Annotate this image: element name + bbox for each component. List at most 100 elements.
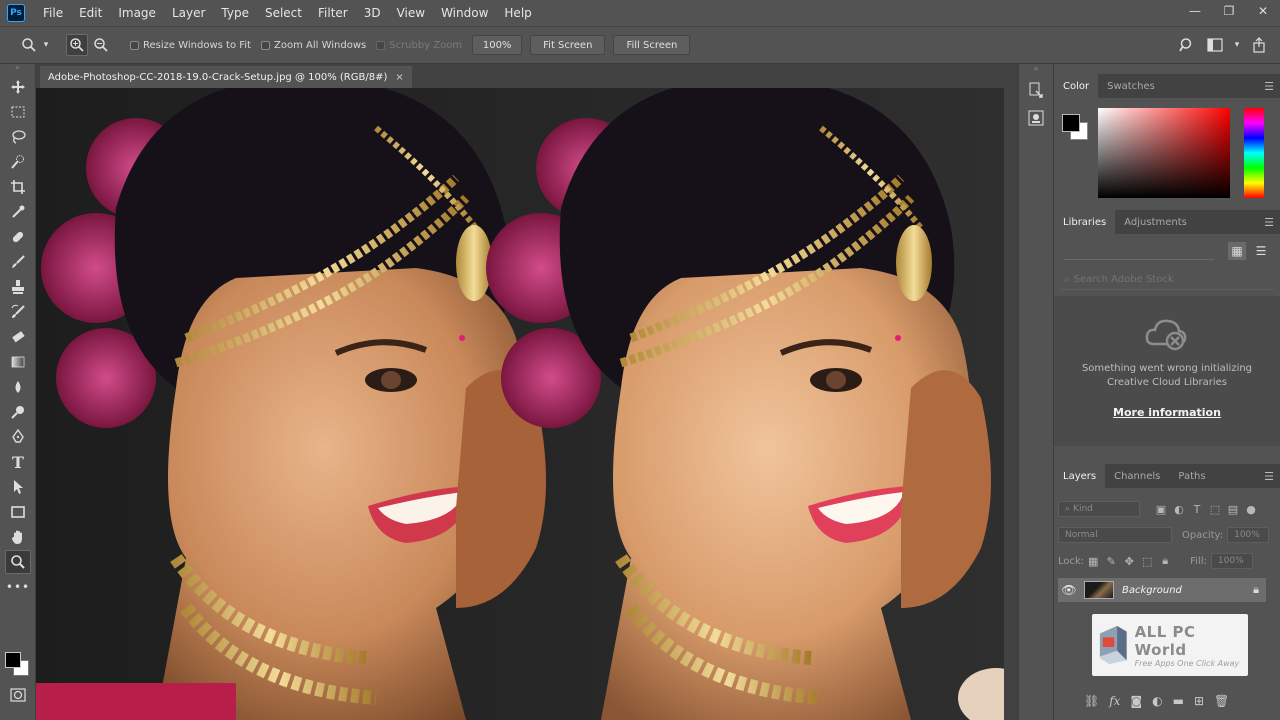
fill-screen-button[interactable]: Fill Screen [613,35,691,55]
fit-screen-button[interactable]: Fit Screen [530,35,606,55]
lock-all-icon[interactable]: 🔒︎ [1156,554,1174,568]
lock-image-icon[interactable]: ✎ [1102,555,1120,568]
lock-artboard-icon[interactable]: ⬚ [1138,555,1156,568]
menu-type[interactable]: Type [213,0,257,26]
tab-color[interactable]: Color [1054,74,1099,98]
color-picker-field[interactable] [1098,108,1230,198]
type-tool-icon[interactable]: T [5,450,31,474]
color-foreground-swatch[interactable] [1062,114,1080,132]
zoom-tool-icon[interactable] [5,550,31,574]
adjustment-filter-icon[interactable]: ◐ [1170,503,1188,516]
zoom-tool-preset-icon[interactable] [18,34,40,56]
eraser-tool-icon[interactable] [5,325,31,349]
pen-tool-icon[interactable] [5,425,31,449]
lock-position-icon[interactable]: ✥ [1120,555,1138,568]
layer-row-background[interactable]: 👁︎ Background 🔒︎ [1058,578,1266,602]
quick-selection-tool-icon[interactable] [5,150,31,174]
close-button[interactable]: ✕ [1246,0,1280,22]
hue-slider[interactable] [1244,108,1264,198]
lasso-tool-icon[interactable] [5,125,31,149]
share-icon[interactable] [1248,34,1270,56]
more-tools-icon[interactable]: ••• [5,575,31,599]
layer-mask-icon[interactable]: ◙ [1130,694,1142,708]
shape-filter-icon[interactable]: ⬚ [1206,503,1224,516]
history-panel-icon[interactable] [1024,79,1048,101]
zoom-in-icon[interactable] [66,34,88,56]
brush-tool-icon[interactable] [5,250,31,274]
vertical-scrollbar[interactable] [1004,88,1018,720]
document-canvas[interactable] [36,88,1018,720]
marquee-tool-icon[interactable] [5,100,31,124]
fill-field[interactable]: 100% [1210,553,1253,569]
document-tab[interactable]: Adobe-Photoshop-CC-2018-19.0-Crack-Setup… [40,66,412,88]
tab-libraries[interactable]: Libraries [1054,210,1116,234]
scrubby-zoom-checkbox[interactable]: Scrubby Zoom [376,40,462,51]
menu-image[interactable]: Image [110,0,164,26]
menu-file[interactable]: File [35,0,71,26]
panel-menu-icon[interactable]: ☰ [1264,470,1274,483]
grid-view-icon[interactable]: ▦ [1228,242,1246,260]
new-group-icon[interactable]: ▬ [1173,694,1184,708]
menu-edit[interactable]: Edit [71,0,110,26]
workspace-icon[interactable] [1204,34,1226,56]
menu-layer[interactable]: Layer [164,0,213,26]
dodge-tool-icon[interactable] [5,400,31,424]
clone-stamp-tool-icon[interactable] [5,275,31,299]
panel-menu-icon[interactable]: ☰ [1264,80,1274,93]
eyedropper-tool-icon[interactable] [5,200,31,224]
visibility-eye-icon[interactable]: 👁︎ [1058,583,1080,597]
zoom-out-icon[interactable] [90,34,112,56]
list-view-icon[interactable]: ☰ [1252,242,1270,260]
pixel-filter-icon[interactable]: ▣ [1152,503,1170,516]
stock-search-input[interactable]: ⌕ Search Adobe Stock [1060,270,1274,290]
chevron-down-icon[interactable]: ▾ [40,34,52,56]
menu-window[interactable]: Window [433,0,496,26]
menu-view[interactable]: View [389,0,433,26]
search-icon[interactable] [1176,34,1198,56]
zoom-all-windows-checkbox[interactable]: Zoom All Windows [260,40,366,51]
layer-kind-filter[interactable]: ⌕ Kind [1058,501,1140,517]
menu-select[interactable]: Select [257,0,310,26]
crop-tool-icon[interactable] [5,175,31,199]
link-layers-icon[interactable]: ⛓︎ [1084,694,1099,708]
strip-grip-icon[interactable]: « [1019,64,1053,73]
resize-windows-checkbox[interactable]: Resize Windows to Fit [130,40,251,51]
layer-style-icon[interactable]: fx [1109,694,1120,708]
tab-adjustments[interactable]: Adjustments [1115,210,1196,234]
menu-3d[interactable]: 3D [356,0,389,26]
history-brush-tool-icon[interactable] [5,300,31,324]
type-filter-icon[interactable]: T [1188,503,1206,516]
adjustment-layer-icon[interactable]: ◐ [1152,694,1162,708]
menu-help[interactable]: Help [496,0,539,26]
close-tab-icon[interactable]: × [395,72,403,83]
panel-menu-icon[interactable]: ☰ [1264,216,1274,229]
tab-paths[interactable]: Paths [1169,464,1214,488]
new-layer-icon[interactable]: ⊞ [1194,694,1204,708]
tab-layers[interactable]: Layers [1054,464,1106,488]
layer-lock-icon[interactable]: 🔒︎ [1246,583,1266,597]
smart-object-filter-icon[interactable]: ▤ [1224,503,1242,516]
move-tool-icon[interactable] [5,75,31,99]
chevron-down-icon[interactable]: ▾ [1232,34,1242,56]
library-select[interactable] [1064,244,1214,260]
tab-channels[interactable]: Channels [1105,464,1169,488]
properties-panel-icon[interactable] [1024,107,1048,129]
filter-toggle-icon[interactable]: ● [1242,503,1260,516]
lock-transparent-icon[interactable]: ▦ [1084,555,1102,568]
foreground-color-swatch[interactable] [5,652,21,668]
more-information-link[interactable]: More information [1054,406,1280,419]
gradient-tool-icon[interactable] [5,350,31,374]
delete-layer-icon[interactable]: 🗑︎ [1214,694,1229,708]
restore-button[interactable]: ❐ [1212,0,1246,22]
hand-tool-icon[interactable] [5,525,31,549]
tab-swatches[interactable]: Swatches [1098,74,1164,98]
blur-tool-icon[interactable] [5,375,31,399]
zoom-percent-field[interactable]: 100% [472,35,523,55]
opacity-field[interactable]: 100% [1227,527,1270,543]
minimize-button[interactable]: — [1178,0,1212,22]
rectangle-tool-icon[interactable] [5,500,31,524]
toolbar-grip-icon[interactable]: » [0,64,35,74]
quick-mask-icon[interactable] [5,683,31,707]
path-selection-tool-icon[interactable] [5,475,31,499]
blend-mode-select[interactable]: Normal [1058,527,1172,543]
